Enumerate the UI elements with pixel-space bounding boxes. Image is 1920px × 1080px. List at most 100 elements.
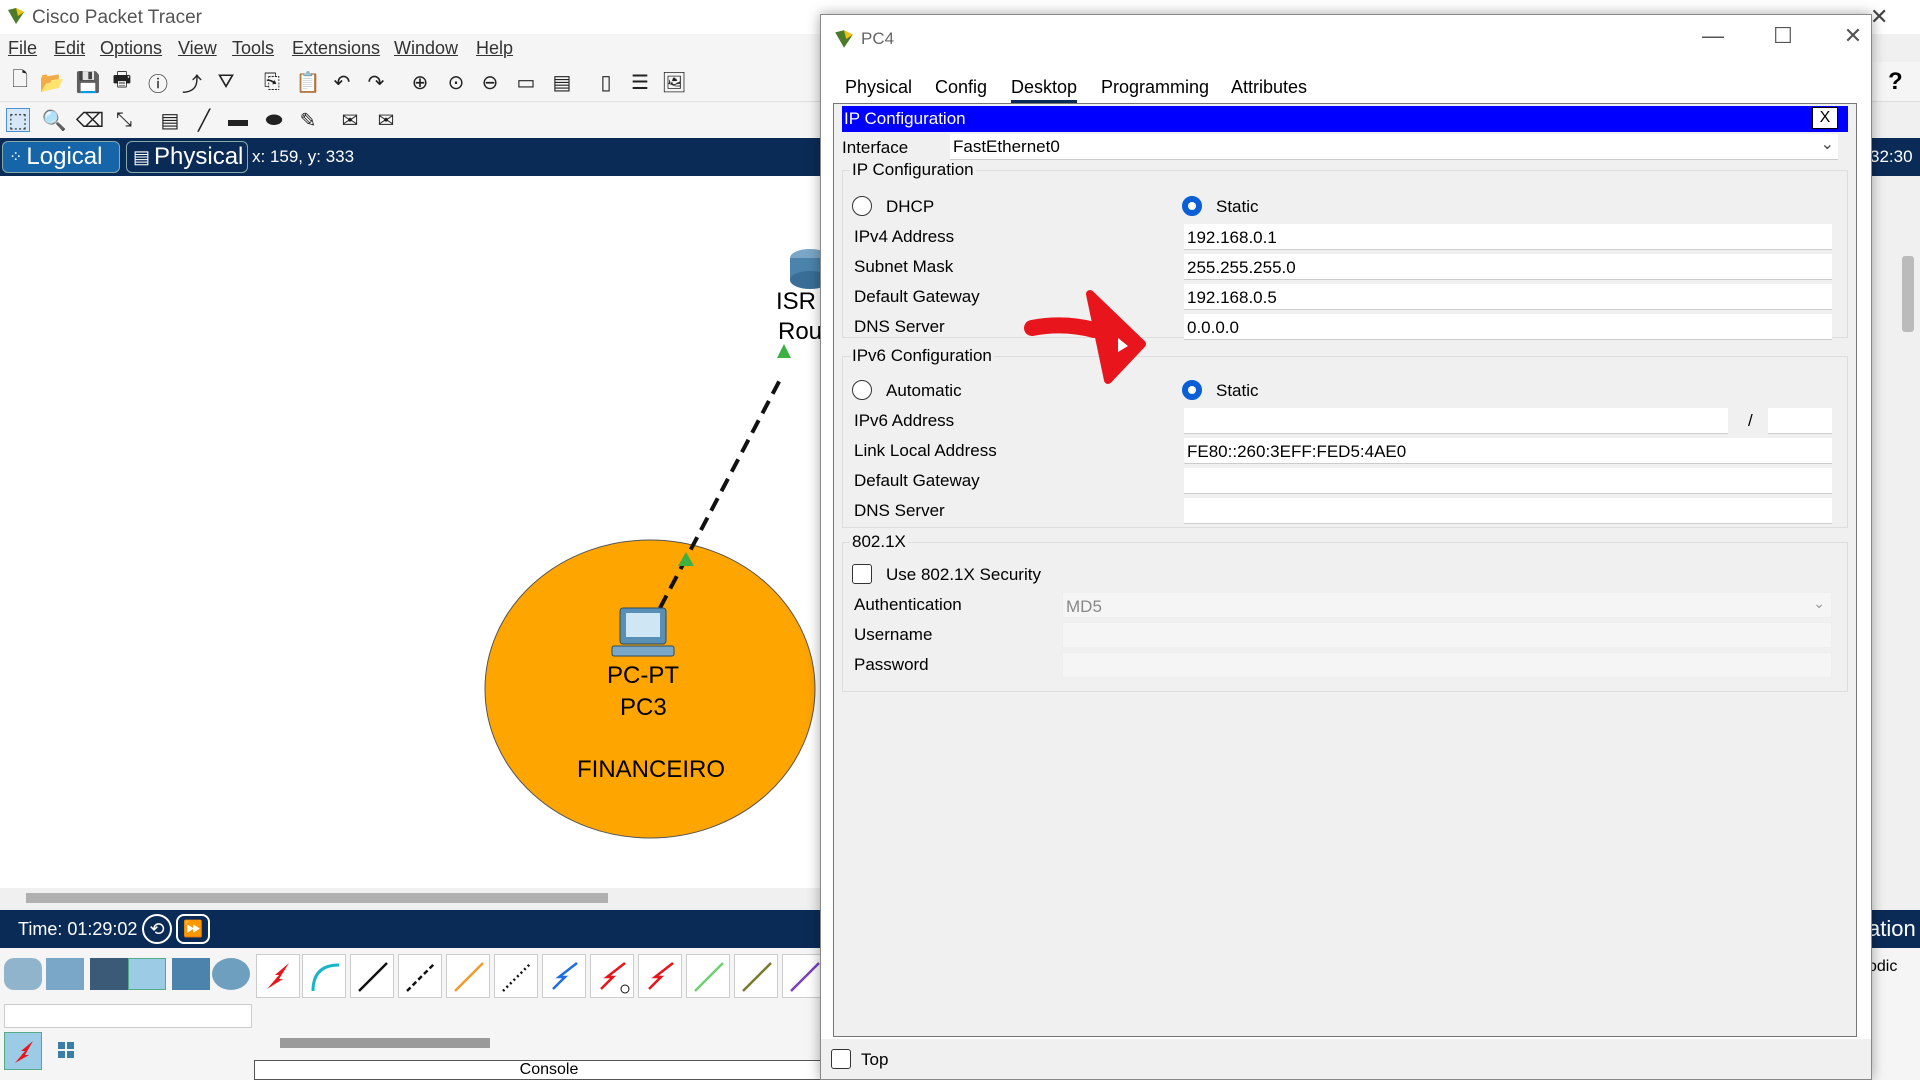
top-checkbox[interactable] xyxy=(831,1049,851,1069)
use-8021x-checkbox[interactable] xyxy=(852,564,872,584)
print-icon[interactable]: 🖶 xyxy=(110,69,134,94)
add-complex-pdu-icon[interactable]: ✉ xyxy=(374,108,398,132)
tab-config[interactable]: Config xyxy=(935,77,987,98)
auto-connection-icon[interactable] xyxy=(256,954,300,998)
network-info-icon[interactable]: ⤴ xyxy=(180,70,204,96)
open-folder-icon[interactable]: 📂 xyxy=(40,70,65,94)
dns-server-field[interactable]: 0.0.0.0 xyxy=(1184,314,1832,340)
ipv6-prefix-field[interactable] xyxy=(1768,408,1832,434)
ipv6-gateway-field[interactable] xyxy=(1184,468,1832,494)
menu-help[interactable]: Help xyxy=(476,38,513,59)
menu-edit[interactable]: Edit xyxy=(54,38,85,59)
ipv6-dns-field[interactable] xyxy=(1184,498,1832,524)
physical-tab[interactable]: ▤ Physical xyxy=(126,141,248,173)
workspace-vscroll-thumb[interactable] xyxy=(1902,256,1914,332)
menu-window[interactable]: Window xyxy=(394,38,458,59)
menu-view[interactable]: View xyxy=(178,38,217,59)
serial-dte-icon[interactable] xyxy=(638,954,682,998)
device-search-input[interactable] xyxy=(4,1004,252,1028)
resize-icon[interactable]: ⤡ xyxy=(112,108,136,132)
tab-desktop[interactable]: Desktop xyxy=(1011,77,1078,103)
static-radio[interactable] xyxy=(1182,196,1202,216)
iot-cable-icon[interactable] xyxy=(734,954,778,998)
hscroll-thumb[interactable] xyxy=(26,893,608,903)
draw-rectangle-icon[interactable]: ▬ xyxy=(226,108,250,132)
zoom-reset-icon[interactable]: ⊙ xyxy=(444,70,468,94)
ipv4-address-field[interactable]: 192.168.0.1 xyxy=(1184,224,1832,250)
draw-line-icon[interactable]: ╱ xyxy=(192,108,216,132)
octal-cable-icon[interactable] xyxy=(686,954,730,998)
inspect-icon[interactable]: 🔍 xyxy=(42,108,67,132)
components-icon[interactable] xyxy=(90,958,128,990)
subnet-mask-field[interactable]: 255.255.255.0 xyxy=(1184,254,1832,280)
help-icon[interactable]: ? xyxy=(1888,68,1903,96)
cloud-view-icon[interactable]: 🖼 xyxy=(661,70,686,94)
select-icon[interactable]: ⬚ xyxy=(6,108,30,132)
selected-connection-icon[interactable] xyxy=(4,1032,42,1070)
workspace-hscrollbar[interactable] xyxy=(0,888,830,906)
undo-icon[interactable]: ↶ xyxy=(330,70,354,94)
close-icon[interactable]: ✕ xyxy=(1833,23,1873,49)
menu-options[interactable]: Options xyxy=(100,38,162,59)
maximize-icon[interactable]: ☐ xyxy=(1763,23,1803,49)
misc-icon[interactable] xyxy=(172,958,210,990)
zoom-out-icon[interactable]: ⊖ xyxy=(478,70,502,94)
tab-physical[interactable]: Physical xyxy=(845,77,912,98)
connections-icon[interactable] xyxy=(128,958,166,990)
ip-config-close-button[interactable]: X xyxy=(1812,107,1838,129)
network-devices-icon[interactable] xyxy=(4,958,42,990)
link-local-field[interactable]: FE80::260:3EFF:FED5:4AE0 xyxy=(1184,438,1832,464)
pc-icon[interactable] xyxy=(611,607,675,657)
menu-extensions[interactable]: Extensions xyxy=(292,38,380,59)
console-bar[interactable]: Console xyxy=(254,1060,844,1080)
minimize-icon[interactable]: — xyxy=(1693,23,1733,49)
interface-select[interactable]: FastEthernet0 ⌄ xyxy=(950,134,1838,160)
phone-cable-icon[interactable] xyxy=(494,954,538,998)
tab-attributes[interactable]: Attributes xyxy=(1231,77,1307,98)
dhcp-radio[interactable] xyxy=(852,196,872,216)
add-simple-pdu-icon[interactable]: ✉ xyxy=(338,108,362,132)
info-icon[interactable]: ⓘ xyxy=(146,70,170,96)
paste-icon[interactable]: 📋 xyxy=(296,70,321,94)
ipv6-automatic-radio[interactable] xyxy=(852,380,872,400)
password-field[interactable] xyxy=(1062,652,1832,678)
coaxial-icon[interactable] xyxy=(542,954,586,998)
multiuser-icon[interactable] xyxy=(212,958,250,990)
copper-cross-icon[interactable] xyxy=(398,954,442,998)
serial-dce-icon[interactable] xyxy=(590,954,634,998)
copy-icon[interactable]: ⎘ xyxy=(260,70,284,94)
custom-devices-icon[interactable]: ▯ xyxy=(594,70,618,94)
authentication-select[interactable]: MD5 ⌄ xyxy=(1062,592,1832,618)
viewport-icon[interactable]: ▭ xyxy=(514,70,538,94)
fast-forward-icon[interactable]: ⏩ xyxy=(176,914,210,944)
username-field[interactable] xyxy=(1062,622,1832,648)
end-devices-icon[interactable] xyxy=(46,958,84,990)
freeform-icon[interactable]: ✎ xyxy=(296,108,320,132)
tab-programming[interactable]: Programming xyxy=(1101,77,1209,98)
device-bar-scroll-thumb[interactable] xyxy=(280,1038,490,1048)
zoom-in-icon[interactable]: ⊕ xyxy=(408,70,432,94)
palette-icon[interactable]: ▤ xyxy=(550,70,574,94)
simulation-tab-partial[interactable]: ation xyxy=(1868,916,1916,942)
menu-file[interactable]: File xyxy=(8,38,37,59)
draw-ellipse-icon[interactable]: ⬬ xyxy=(262,108,286,132)
logical-tab[interactable]: ⁘ Logical xyxy=(2,141,120,173)
default-gateway-field[interactable]: 192.168.0.5 xyxy=(1184,284,1832,310)
ipv6-static-radio[interactable] xyxy=(1182,380,1202,400)
save-icon[interactable]: 💾 xyxy=(76,70,101,94)
note-icon[interactable]: ▤ xyxy=(158,108,182,132)
ipv6-address-field[interactable] xyxy=(1184,408,1728,434)
redo-icon[interactable]: ↷ xyxy=(364,70,388,94)
usb-cable-icon[interactable] xyxy=(782,954,822,998)
grid-icon[interactable] xyxy=(56,1040,76,1060)
console-cable-icon[interactable] xyxy=(302,954,346,998)
activity-wizard-icon[interactable]: ⛛ xyxy=(214,70,238,94)
copper-straight-icon[interactable] xyxy=(350,954,394,998)
reset-time-icon[interactable]: ⟲ xyxy=(142,914,172,944)
fiber-icon[interactable] xyxy=(446,954,490,998)
cluster-icon[interactable]: ☰ xyxy=(628,70,652,94)
delete-icon[interactable]: ⌫ xyxy=(76,108,104,132)
menu-tools[interactable]: Tools xyxy=(232,38,274,59)
new-file-icon[interactable]: 🗋 xyxy=(8,69,32,94)
logical-workspace[interactable]: ISR Rou PC-PT PC3 FINANCEIRO xyxy=(0,176,830,888)
